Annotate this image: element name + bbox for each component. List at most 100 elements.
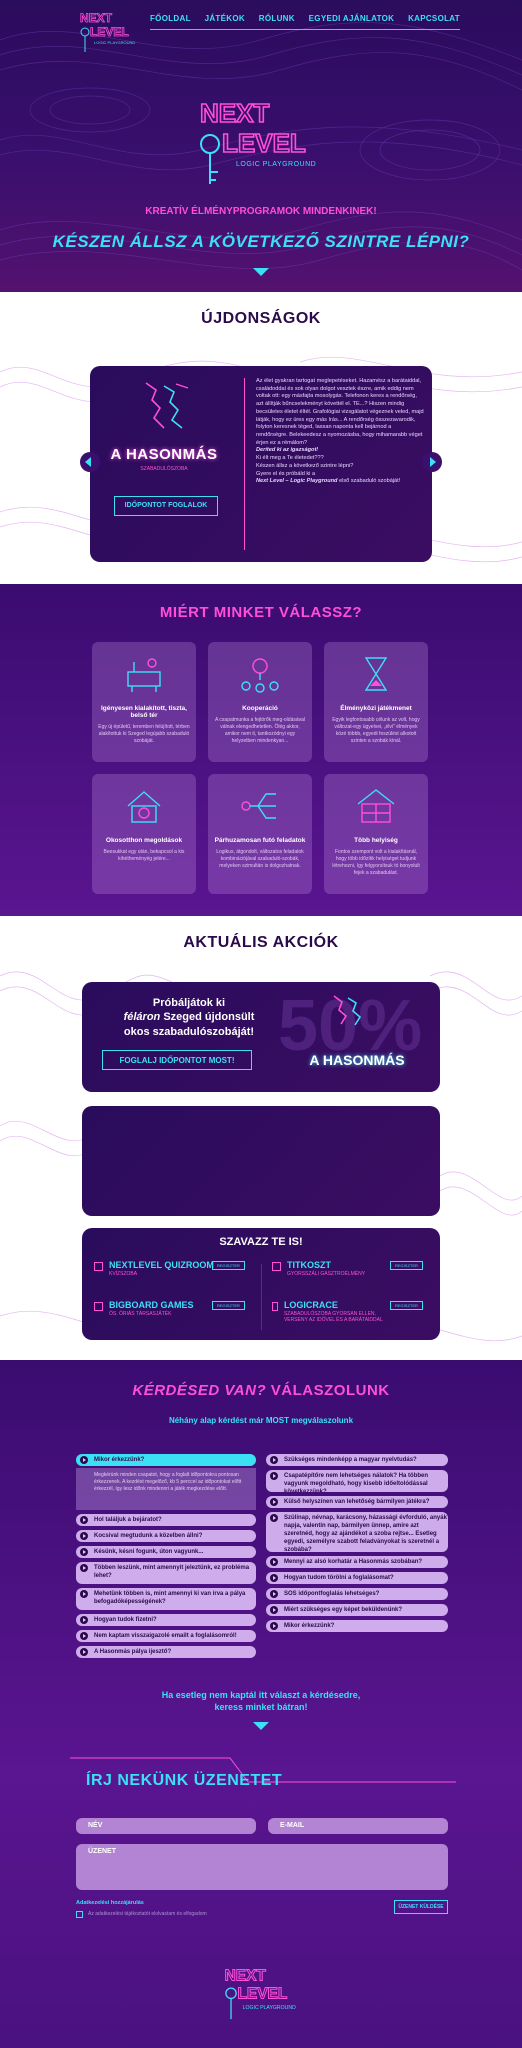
svg-text:LOGIC PLAYGROUND: LOGIC PLAYGROUND xyxy=(94,40,135,45)
vote-checkbox[interactable] xyxy=(94,1302,103,1311)
faq-section: KÉRDÉSED VAN? VÁLASZOLUNK Néhány alap ké… xyxy=(0,1360,522,2048)
why-tile-title: Okosotthon megoldások xyxy=(105,837,183,844)
message-textarea[interactable]: ÜZENET xyxy=(76,1844,448,1890)
play-icon xyxy=(270,1498,278,1506)
faq-question[interactable]: SOS időpontfoglalás lehetséges? xyxy=(266,1588,448,1600)
news-q4: Gyere el és próbáld ki a xyxy=(256,470,316,477)
play-icon xyxy=(270,1558,278,1566)
name-input[interactable]: NÉV xyxy=(76,1818,256,1834)
faq-question[interactable]: Szülinap, névnap, karácsony, házassági é… xyxy=(266,1512,448,1552)
carousel-next-button[interactable] xyxy=(422,452,442,472)
privacy-checkbox[interactable] xyxy=(76,1911,83,1918)
faq-question-open[interactable]: Mikor érkezzünk? xyxy=(76,1454,256,1466)
logo-large: NEXT LEVEL LOGIC PLAYGROUND xyxy=(199,97,316,184)
faq-question[interactable]: Mehetünk többen is, mint amennyi ki van … xyxy=(76,1588,256,1610)
nav-item-kapcsolat[interactable]: KAPCSOLAT xyxy=(408,14,460,23)
faq-question[interactable]: Külső helyszínen van lehetőség bármilyen… xyxy=(266,1496,448,1508)
vote-checkbox[interactable] xyxy=(272,1302,278,1311)
faq-question[interactable]: Hogyan tudom törölni a foglalásomat? xyxy=(266,1572,448,1584)
vote-option[interactable]: NEXTLEVEL QUIZROOM KVÍZSZOBA xyxy=(94,1260,214,1277)
news-title: ÚJDONSÁGOK xyxy=(201,310,321,327)
why-title: MIÉRT MINKET VÁLASSZ? xyxy=(159,604,363,621)
faq-question[interactable]: A Hasonmás pálya ijesztő? xyxy=(76,1646,256,1658)
play-icon xyxy=(270,1622,278,1630)
promo-line2a: féláron xyxy=(123,1011,161,1024)
nav-item-jatekok[interactable]: JÁTÉKOK xyxy=(205,14,245,23)
silhouette-faces-icon xyxy=(333,995,362,1026)
offers-title: AKTUÁLIS AKCIÓK xyxy=(183,934,339,951)
why-tile-title: Párhuzamosan futó feladatok xyxy=(214,837,306,844)
faq-question[interactable]: Mennyi az alsó korhatár a Hasonmás szobá… xyxy=(266,1556,448,1568)
play-icon xyxy=(270,1472,278,1480)
news-q3: Készen állsz a következő szintre lépni? xyxy=(256,462,354,469)
faq-question[interactable]: Nem kaptam visszaigazolé emailt a foglal… xyxy=(76,1630,256,1642)
vote-option-name: LOGICRACE xyxy=(283,1300,338,1310)
faq-title: KÉRDÉSED VAN? VÁLASZOLUNK xyxy=(0,1382,522,1399)
nav-item-rolunk[interactable]: RÓLUNK xyxy=(259,14,295,23)
svg-text:LOGIC PLAYGROUND: LOGIC PLAYGROUND xyxy=(243,2005,296,2011)
hero-cta-heading: KÉSZEN ÁLLSZ A KÖVETKEZŐ SZINTRE LÉPNI? xyxy=(52,232,470,251)
send-message-button[interactable]: ÜZENET KÜLDÉSE xyxy=(394,1900,448,1914)
promo-room-name: A HASONMÁS xyxy=(309,1052,405,1068)
vote-checkbox[interactable] xyxy=(272,1262,281,1271)
scroll-down-icon[interactable] xyxy=(253,1722,269,1730)
nav-item-fooldal[interactable]: FŐOLDAL xyxy=(150,14,191,23)
why-tile-rooms: Több helyiség Fontos szempont volt a kia… xyxy=(324,774,428,894)
logo-small[interactable]: NEXT LEVEL LOGIC PLAYGROUND xyxy=(78,8,140,54)
play-icon xyxy=(80,1548,88,1556)
lightbulb-team-icon xyxy=(241,658,279,693)
why-tile-title: Élményközi játékmenet xyxy=(340,705,412,712)
why-tile-desc: Egyik legfontosabb célunk az volt, hogy … xyxy=(332,717,420,744)
promo-card: Próbáljátok ki féláron Szeged újdonsült … xyxy=(82,982,440,1092)
promo-line3: okos szabadulószobáját! xyxy=(123,1025,255,1038)
vote-register-button[interactable]: REGISZTER xyxy=(390,1261,423,1270)
faq-question[interactable]: Mikor érkezzünk? xyxy=(266,1620,448,1632)
faq-question[interactable]: Miért szükséges egy képet beküldenünk? xyxy=(266,1604,448,1616)
play-icon xyxy=(80,1616,88,1624)
nav-item-egyedi-ajanlatok[interactable]: EGYEDI AJÁNLATOK xyxy=(309,14,395,23)
email-input[interactable]: E-MAIL xyxy=(268,1818,448,1834)
vote-register-button[interactable]: REGISZTER xyxy=(390,1301,423,1310)
promo-book-button[interactable]: FOGLALJ IDŐPONTOT MOST! xyxy=(102,1050,252,1070)
svg-text:NEXT: NEXT xyxy=(225,1967,267,1984)
privacy-title: Adatkezelési hozzájárulás xyxy=(76,1900,144,1906)
why-tile-title: Több helyiség xyxy=(354,837,398,844)
news-q6: első szabaduló szobáját! xyxy=(339,478,401,485)
vote-option-sub: ÓS. ÓRIÁS TÁRSASJÁTÉK xyxy=(109,1311,172,1317)
parallel-tasks-icon xyxy=(241,793,276,819)
why-tile-title: Kooperáció xyxy=(242,705,278,712)
play-icon xyxy=(270,1456,278,1464)
logo-footer[interactable]: NEXT LEVEL LOGIC PLAYGROUND xyxy=(222,1962,302,2022)
faq-question[interactable]: Hogyan tudok fizetni? xyxy=(76,1614,256,1626)
why-tile-title: Igényesen kialakított, tiszta, belső tér xyxy=(101,705,187,719)
play-icon xyxy=(80,1456,88,1464)
faq-question[interactable]: Szükséges mindenképp a magyar nyelvtudás… xyxy=(266,1454,448,1466)
vote-option[interactable]: TITKOSZT GYORSSZÁLI GASZTROÉLMÉNY xyxy=(272,1260,365,1277)
why-tile-desc: A csapatmunka a fejtörők meg-oldásával v… xyxy=(214,717,306,744)
vote-register-button[interactable]: REGISZTER xyxy=(212,1301,245,1310)
why-tile-parallel: Párhuzamosan futó feladatok Logikus, átg… xyxy=(208,774,312,894)
svg-text:NEXT: NEXT xyxy=(80,11,113,25)
vote-option[interactable]: LOGICRACE SZABADULÓSZOBA GYORSAN ELLEN, V… xyxy=(272,1300,392,1323)
vote-option-sub: GYORSSZÁLI GASZTROÉLMÉNY xyxy=(287,1271,366,1277)
carousel-prev-button[interactable] xyxy=(80,452,100,472)
faq-question[interactable]: Csapatépítőre nem lehetséges nálatok? Ha… xyxy=(266,1470,448,1492)
book-appointment-button[interactable]: IDŐPONTOT FOGLALOK xyxy=(114,496,218,516)
vote-register-button[interactable]: REGISZTER xyxy=(212,1261,245,1270)
vote-card: SZAVAZZ TE IS! NEXTLEVEL QUIZROOM KVÍZSZO… xyxy=(82,1228,440,1340)
play-icon xyxy=(270,1590,278,1598)
scroll-down-icon[interactable] xyxy=(253,268,269,276)
play-icon xyxy=(270,1514,278,1522)
faq-question[interactable]: Hol találjuk a bejáratot? xyxy=(76,1514,256,1526)
faq-question[interactable]: Késünk, késni fogunk, úton vagyunk... xyxy=(76,1546,256,1558)
clean-room-icon xyxy=(127,658,161,692)
vote-option[interactable]: BIGBOARD GAMES ÓS. ÓRIÁS TÁRSASJÁTÉK xyxy=(94,1300,194,1317)
news-room-sub: SZABADULÓSZOBA xyxy=(140,466,188,472)
vote-option-name: BIGBOARD GAMES xyxy=(109,1300,194,1310)
faq-question[interactable]: Kocsival megtudunk a közelben állni? xyxy=(76,1530,256,1542)
vote-checkbox[interactable] xyxy=(94,1262,103,1271)
why-tile-interior: Igényesen kialakított, tiszta, belső tér… xyxy=(92,642,196,762)
offers-section: AKTUÁLIS AKCIÓK Próbáljátok ki féláron S… xyxy=(0,916,522,1360)
faq-question[interactable]: Többen leszünk, mint amennyit jeleztünk,… xyxy=(76,1562,256,1584)
smart-home-icon xyxy=(127,791,161,823)
